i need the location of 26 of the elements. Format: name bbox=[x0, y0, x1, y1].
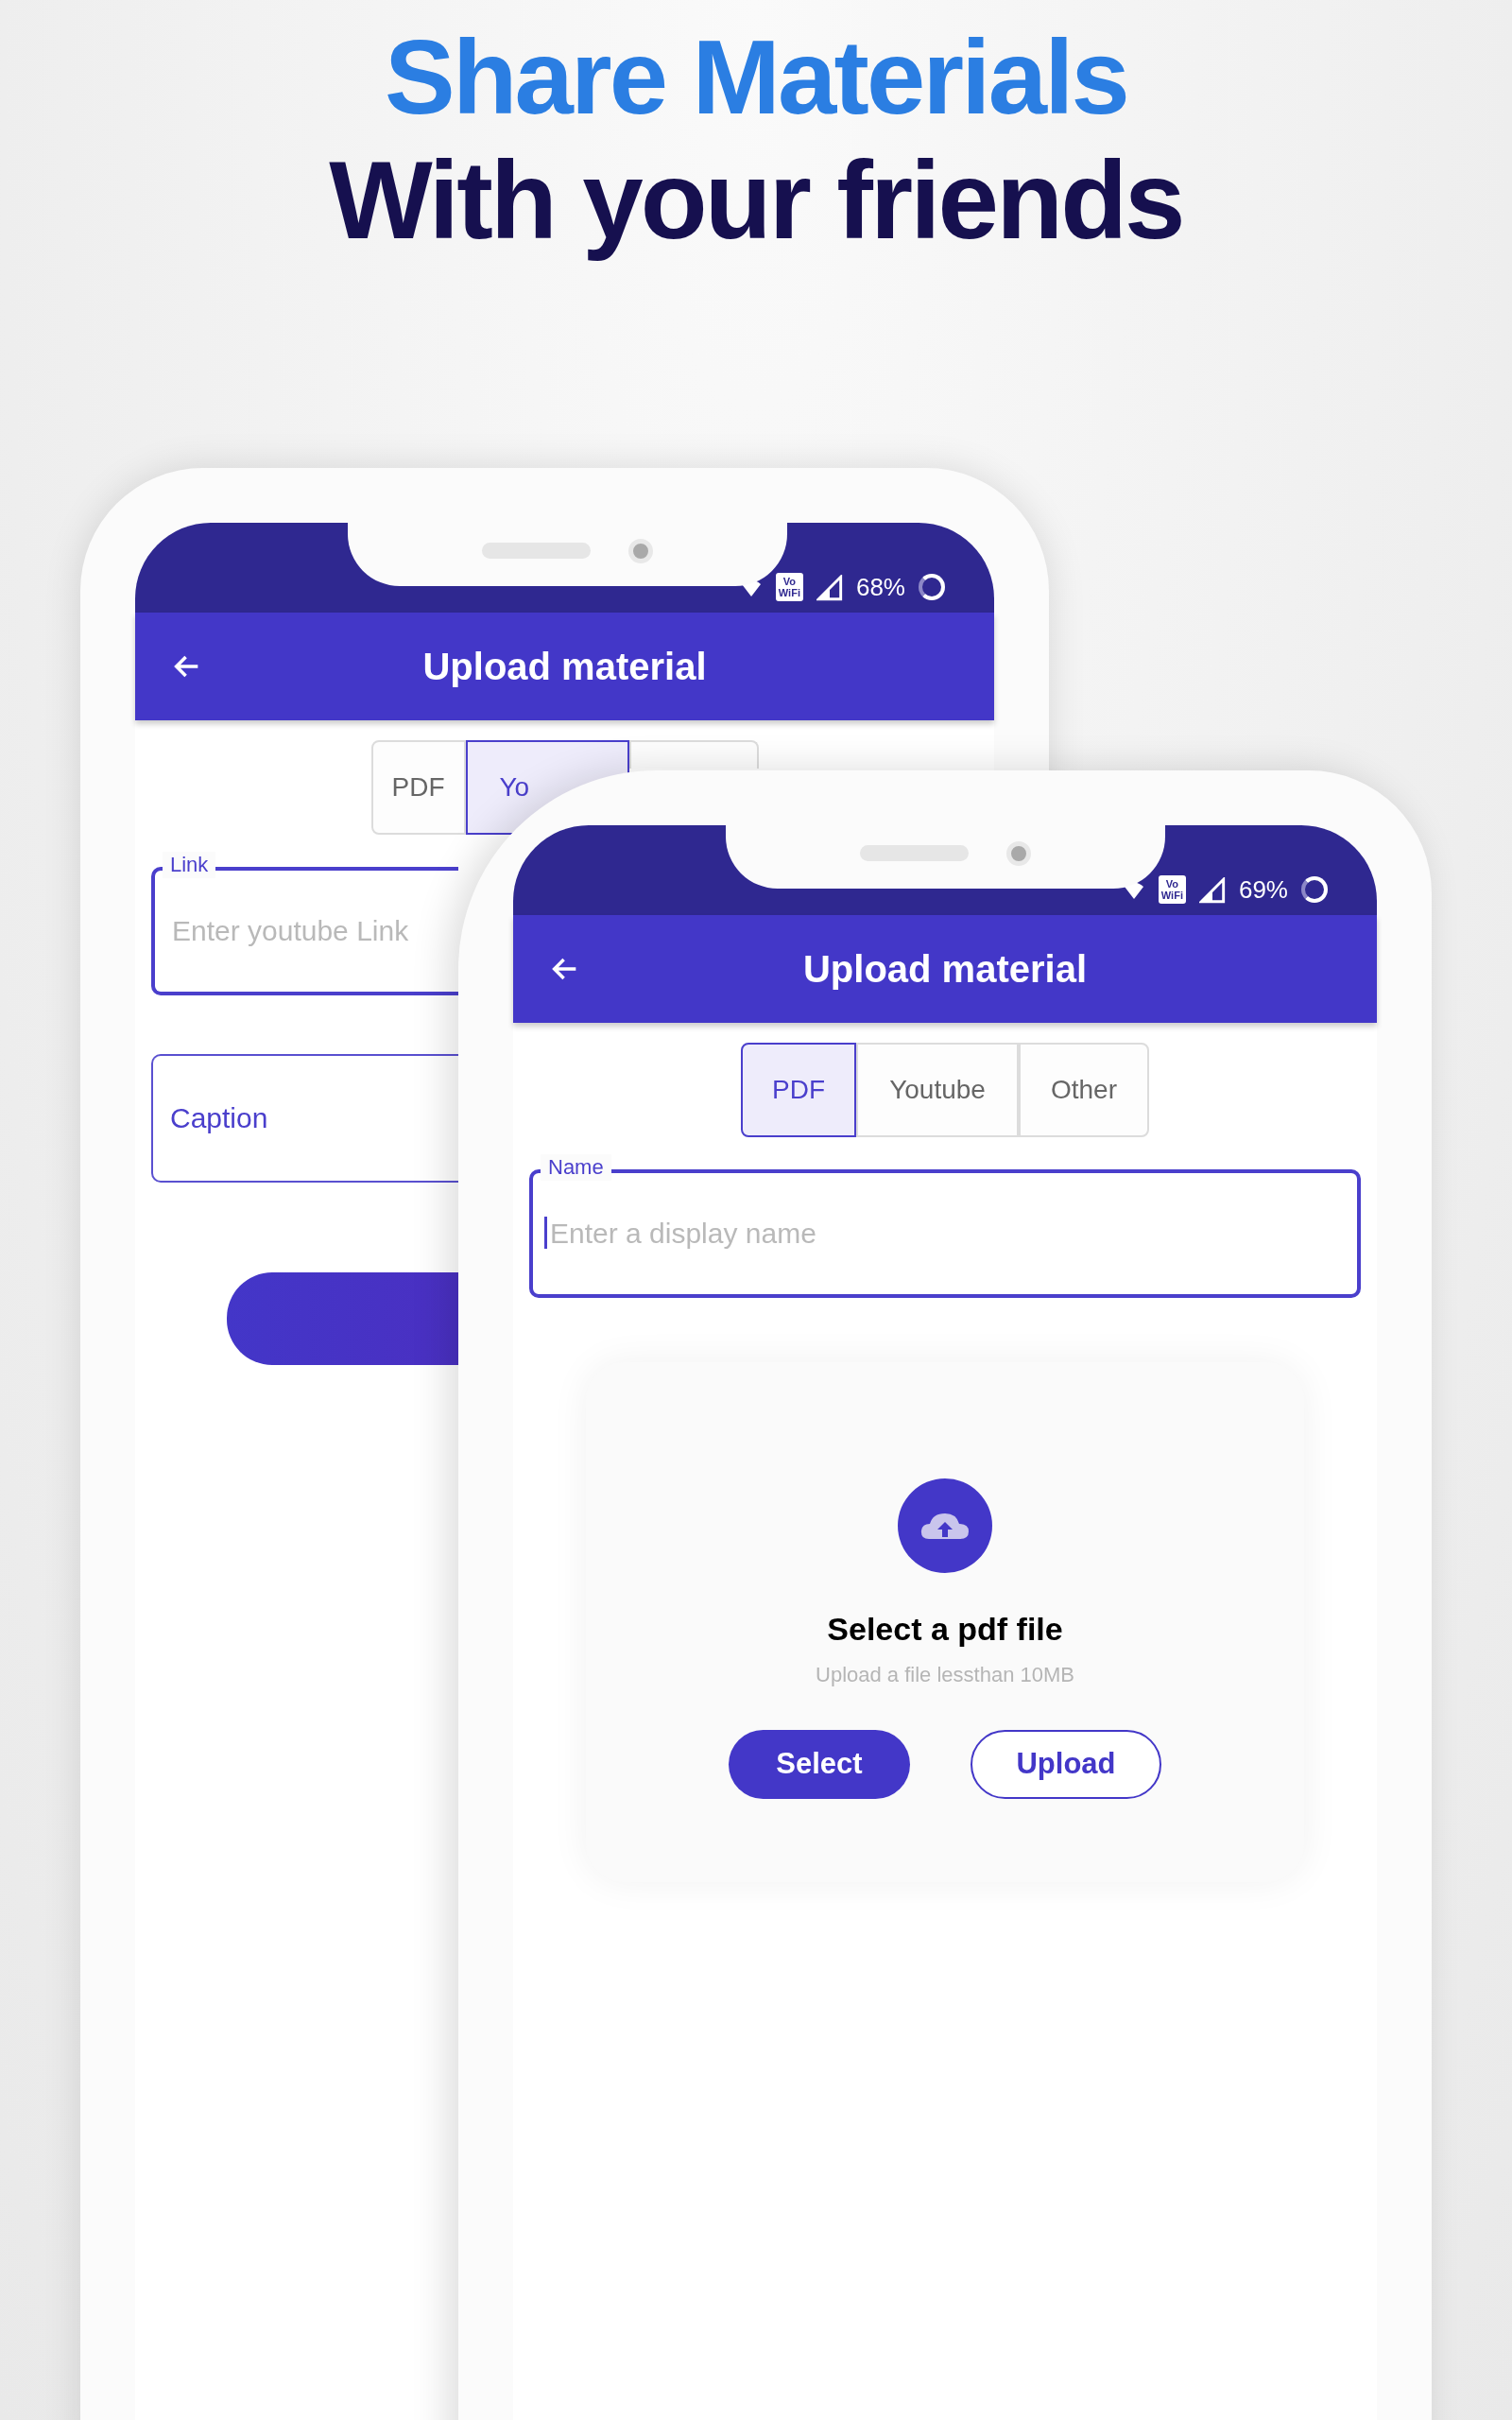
wifi-calling-badge: Vo WiFi bbox=[775, 573, 803, 601]
battery-ring-icon bbox=[919, 574, 945, 600]
tab[interactable]: Youtube bbox=[856, 1043, 1019, 1137]
camera-lens bbox=[1006, 840, 1031, 866]
battery-ring-icon bbox=[1301, 876, 1328, 903]
input-field[interactable]: Caption bbox=[151, 1054, 458, 1183]
select-button[interactable]: Select bbox=[729, 1730, 910, 1799]
battery-percent: 69% bbox=[1238, 874, 1288, 906]
submit-button[interactable] bbox=[227, 1272, 458, 1365]
headline: With your friends bbox=[329, 138, 1183, 263]
battery-percent: 68% bbox=[855, 572, 905, 603]
tab[interactable]: Other bbox=[1019, 1043, 1149, 1137]
tab[interactable]: PDF bbox=[741, 1043, 856, 1137]
screen-title: Upload material bbox=[802, 947, 1088, 992]
field-label: Link bbox=[163, 852, 216, 878]
camera-lens bbox=[628, 538, 653, 563]
upload-title: Select a pdf file bbox=[827, 1610, 1063, 1649]
signal-icon bbox=[1198, 877, 1226, 904]
screen-title: Upload material bbox=[422, 645, 707, 689]
tab[interactable]: PDF bbox=[370, 740, 466, 835]
field-label: Name bbox=[541, 1154, 611, 1181]
headline: Share Materials bbox=[385, 17, 1127, 138]
signal-icon bbox=[816, 575, 843, 601]
upload-button[interactable]: Upload bbox=[971, 1730, 1161, 1799]
upload-hint: Upload a file lessthan 10MB bbox=[816, 1662, 1074, 1688]
cloud-upload-icon bbox=[898, 1478, 992, 1573]
